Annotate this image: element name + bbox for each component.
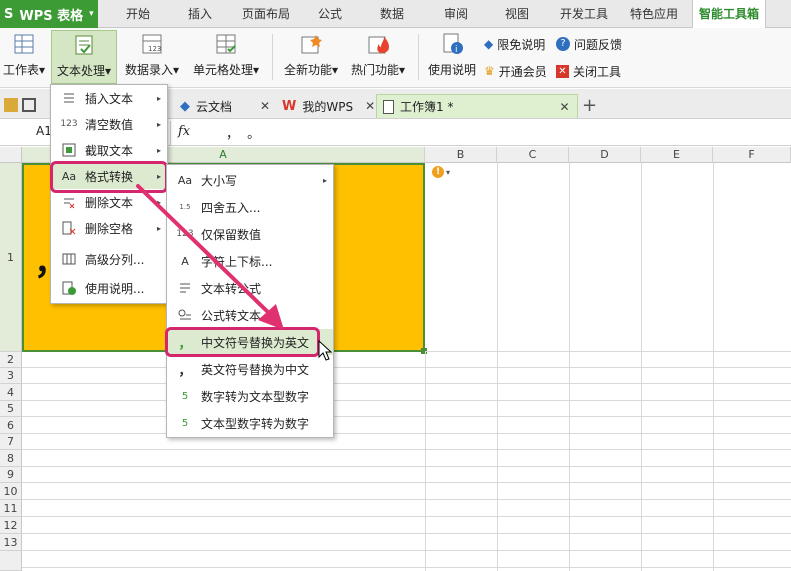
annotation-arrow bbox=[136, 184, 284, 330]
mouse-cursor-icon bbox=[318, 340, 333, 361]
